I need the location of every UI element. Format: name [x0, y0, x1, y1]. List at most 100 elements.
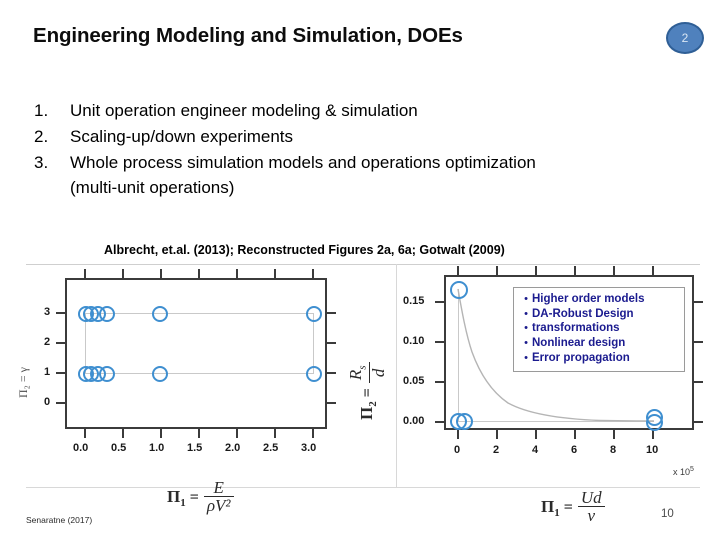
x-tick-label: 1.5 — [187, 442, 203, 454]
grid-line-horizontal — [85, 373, 313, 374]
callout-item-label: Nonlinear design — [532, 337, 626, 350]
x-axis-multiplier-exponent: 5 — [690, 466, 694, 473]
data-point — [450, 281, 468, 299]
list-item: 3. Whole process simulation models and o… — [34, 151, 634, 201]
x-tick-label: 1.0 — [149, 442, 165, 454]
figure-citation: Albrecht, et.al. (2013); Reconstructed F… — [104, 243, 505, 257]
tick-mark-bottom — [122, 429, 124, 438]
callout-item-label: transformations — [532, 322, 620, 335]
callout-item-label: DA-Robust Design — [532, 307, 634, 320]
x-tick-label: 2.0 — [225, 442, 241, 454]
tick-mark-bottom — [160, 429, 162, 438]
list-item-number: 1. — [34, 101, 49, 120]
x-axis-multiplier-label: x 105 — [673, 466, 694, 477]
slide-canvas: Engineering Modeling and Simulation, DOE… — [0, 0, 720, 540]
slide-number-badge: 2 — [666, 22, 704, 54]
list-item-label: Unit operation engineer modeling & simul… — [70, 101, 418, 120]
grid-line-vertical — [85, 313, 86, 374]
fraction: Ud ν — [577, 488, 605, 525]
fraction-denominator: d — [368, 362, 388, 384]
callout-item: • Higher order models — [520, 292, 679, 307]
fraction: E ρV² — [203, 478, 234, 515]
page-number: 10 — [661, 508, 674, 520]
tick-mark-right — [327, 372, 336, 374]
numbered-list: 1. Unit operation engineer modeling & si… — [34, 99, 634, 202]
tick-mark-top — [312, 269, 314, 278]
fraction-numerator: Ud — [580, 488, 602, 507]
data-point — [456, 413, 473, 430]
bullet-icon: • — [524, 337, 528, 350]
data-point — [99, 306, 115, 322]
list-item: 1. Unit operation engineer modeling & si… — [34, 99, 634, 124]
fraction-denominator: ν — [577, 506, 605, 525]
tick-mark-bottom — [236, 429, 238, 438]
pi-symbol: Π — [541, 496, 555, 516]
x-tick-label: 0.5 — [111, 442, 127, 454]
pi-subscript: 1 — [180, 497, 186, 510]
pi-subscript: 2 — [367, 401, 380, 407]
grid-line-horizontal — [85, 313, 313, 314]
tick-mark-left — [56, 342, 65, 344]
tick-mark-top — [198, 269, 200, 278]
tick-mark-right — [327, 342, 336, 344]
list-item: 2. Scaling-up/down experiments — [34, 125, 634, 150]
left-chart-y-axis-label-text: Π₂ = γ — [16, 367, 30, 398]
tick-mark-top — [160, 269, 162, 278]
tick-mark-left — [56, 312, 65, 314]
source-note: Senaratne (2017) — [26, 515, 93, 525]
bullet-icon: • — [524, 293, 528, 305]
tick-mark-top — [122, 269, 124, 278]
callout-item: • DA-Robust Design — [520, 307, 679, 322]
fraction: Rs d — [346, 362, 388, 384]
tick-mark-right — [327, 312, 336, 314]
pi-subscript: 1 — [554, 507, 560, 520]
data-point — [646, 414, 663, 431]
y-tick-label: 2 — [44, 336, 51, 348]
left-chart-y-axis-formula-inner: Π2 = Rs d — [346, 361, 389, 420]
tick-mark-top — [274, 269, 276, 278]
callout-item: • Error propagation — [520, 351, 679, 366]
y-tick-label: 3 — [44, 306, 51, 318]
left-doe-scatter-chart: 3 2 1 0 0.0 0.5 1.0 1.5 2.0 2.5 3.0 — [26, 264, 336, 488]
data-point — [306, 366, 322, 382]
equals-sign: = — [563, 498, 573, 516]
callout-box: • Higher order models • DA-Robust Design… — [513, 287, 685, 372]
y-tick-label: 0 — [44, 396, 51, 408]
data-point — [99, 366, 115, 382]
equals-sign: = — [358, 388, 376, 398]
grid-line-vertical — [313, 313, 314, 374]
x-tick-label: 0.0 — [73, 442, 89, 454]
x-tick-label: 3.0 — [301, 442, 317, 454]
tick-mark-bottom — [312, 429, 314, 438]
tick-mark-bottom — [274, 429, 276, 438]
x-axis-multiplier-prefix: x 10 — [673, 467, 691, 477]
equals-sign: = — [189, 488, 199, 506]
pi-symbol: Π — [167, 486, 181, 506]
data-point — [306, 306, 322, 322]
tick-mark-bottom — [84, 429, 86, 438]
right-chart-x-axis-formula: Π1 = Ud ν — [541, 488, 606, 526]
pi-symbol: Π — [356, 406, 376, 420]
tick-mark-bottom — [198, 429, 200, 438]
y-tick-label: 1 — [44, 366, 51, 378]
fraction-numerator: E — [213, 478, 224, 497]
tick-mark-top — [84, 269, 86, 278]
slide-number-badge-label: 2 — [681, 31, 689, 45]
fraction-numerator-text: R — [346, 369, 365, 381]
page-title: Engineering Modeling and Simulation, DOE… — [33, 24, 463, 47]
fraction-numerator-subscript: s — [356, 365, 369, 370]
bullet-icon: • — [524, 307, 528, 320]
left-plot-frame — [65, 278, 327, 429]
list-item-number: 3. — [34, 152, 49, 172]
fraction-denominator: ρV² — [203, 496, 234, 515]
data-point — [152, 306, 168, 322]
bullet-icon: • — [524, 322, 528, 335]
figure-divider — [396, 264, 397, 488]
tick-mark-left — [56, 402, 65, 404]
callout-item: • Nonlinear design — [520, 336, 679, 351]
callout-item: • transformations — [520, 321, 679, 336]
x-tick-label: 2.5 — [263, 442, 279, 454]
fraction-numerator: Rs — [346, 362, 369, 383]
left-chart-y-axis-formula: Π2 = Rs d — [346, 361, 389, 420]
list-item-label: Scaling-up/down experiments — [70, 126, 294, 146]
